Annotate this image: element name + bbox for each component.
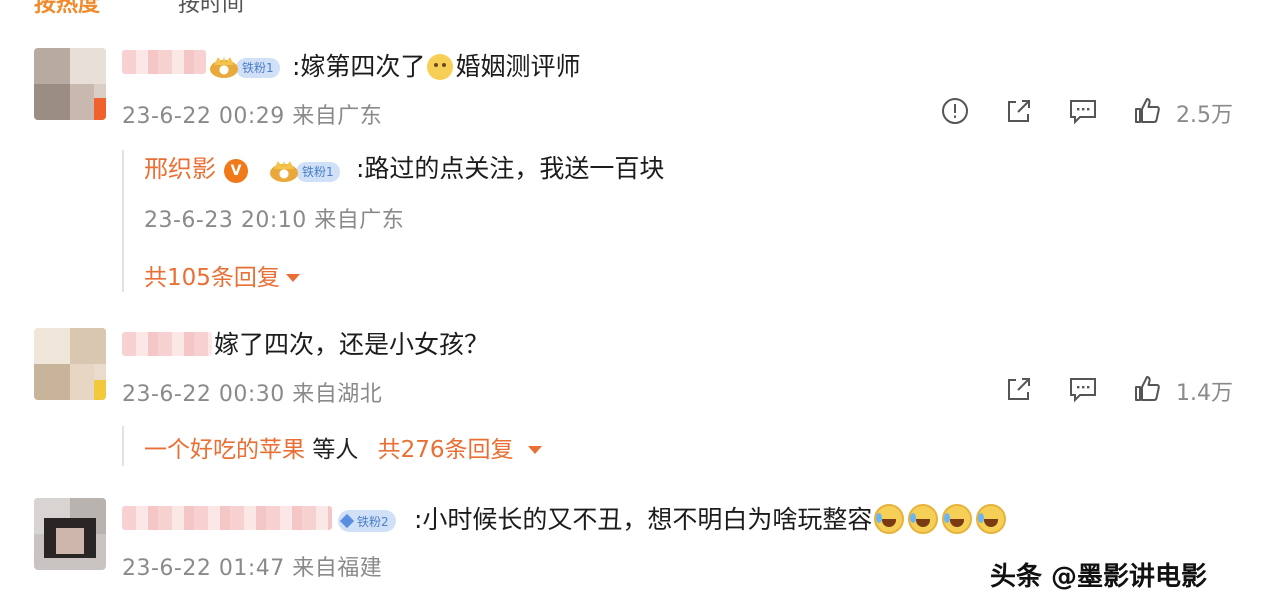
- comment-meta: 23-6-22 01:47 来自福建: [122, 550, 382, 582]
- reply-thread: 邢织影 V 铁粉1 :路过的点关注，我送一百块 23-6-23 20:10 来自广…: [122, 150, 882, 292]
- comment-icon[interactable]: [1068, 374, 1098, 404]
- crown-icon: [268, 160, 302, 184]
- watermark: 头条 @墨影讲电影: [990, 562, 1208, 592]
- location: 来自广东: [314, 208, 405, 233]
- view-replies-link[interactable]: 一个好吃的苹果 等人 共276条回复: [144, 430, 542, 464]
- reply-author: 一个好吃的苹果: [144, 437, 305, 463]
- diamond-icon: [339, 513, 355, 529]
- comment-meta: 23-6-22 00:29 来自广东: [122, 98, 382, 130]
- laugh-cry-emoji-icon: [874, 504, 905, 534]
- timestamp: 23-6-22 01:47: [122, 556, 285, 581]
- reply-author[interactable]: 邢织影: [144, 155, 216, 183]
- timestamp: 23-6-23 20:10: [144, 208, 307, 233]
- dog-emoji-icon: [427, 54, 454, 80]
- reply-text: :路过的点关注，我送一百块: [356, 154, 665, 183]
- laugh-cry-emoji-icon: [976, 504, 1007, 534]
- share-icon[interactable]: [1004, 374, 1034, 404]
- fan-badge: 铁粉1: [268, 160, 340, 184]
- username-blurred[interactable]: [122, 332, 212, 356]
- avatar[interactable]: [34, 328, 106, 400]
- crown-icon: [208, 56, 242, 80]
- view-replies-link[interactable]: 共105条回复: [144, 258, 300, 292]
- comment-item: 铁粉1 :嫁第四次了 婚姻测评师 23-6-22 00:29 来自广东 2.5万 …: [0, 0, 1274, 310]
- location: 来自湖北: [292, 382, 383, 407]
- reply-item: 邢织影 V: [144, 154, 248, 184]
- verified-icon: V: [224, 159, 248, 183]
- comment-icon[interactable]: [1068, 96, 1098, 126]
- comment-item: 嫁了四次，还是小女孩？ 23-6-22 00:30 来自湖北 1.4万 一个好吃…: [0, 310, 1274, 480]
- location: 来自广东: [292, 104, 383, 129]
- laugh-cry-emoji-icon: [908, 504, 939, 534]
- comment-text: :小时候长的又不丑，想不明白为啥玩整容: [414, 504, 1008, 535]
- chevron-down-icon: [285, 274, 300, 282]
- report-icon[interactable]: [940, 96, 970, 126]
- comment-actions: 1.4万: [940, 374, 1260, 406]
- timestamp: 23-6-22 00:29: [122, 104, 285, 129]
- comment-text: :嫁第四次了 婚姻测评师: [292, 52, 581, 81]
- comment-meta: 23-6-22 00:30 来自湖北: [122, 376, 382, 408]
- reply-thread: 一个好吃的苹果 等人 共276条回复: [122, 426, 882, 466]
- location: 来自福建: [292, 556, 383, 581]
- timestamp: 23-6-22 00:30: [122, 382, 285, 407]
- reply-meta: 23-6-23 20:10 来自广东: [144, 202, 404, 234]
- fan-badge: 铁粉1: [208, 56, 280, 80]
- fan-badge: 铁粉2: [338, 509, 396, 533]
- comment-text: 嫁了四次，还是小女孩？: [214, 330, 490, 359]
- avatar[interactable]: [34, 498, 106, 570]
- like-icon[interactable]: [1132, 374, 1162, 404]
- username-blurred[interactable]: [122, 506, 332, 530]
- like-count: 2.5万: [1176, 103, 1233, 128]
- username-blurred[interactable]: [122, 50, 206, 74]
- like-icon[interactable]: [1132, 96, 1162, 126]
- laugh-cry-emoji-icon: [942, 504, 973, 534]
- share-icon[interactable]: [1004, 96, 1034, 126]
- comment-actions: 2.5万: [940, 96, 1260, 128]
- like-count: 1.4万: [1176, 381, 1233, 406]
- chevron-down-icon: [527, 446, 542, 454]
- avatar[interactable]: [34, 48, 106, 120]
